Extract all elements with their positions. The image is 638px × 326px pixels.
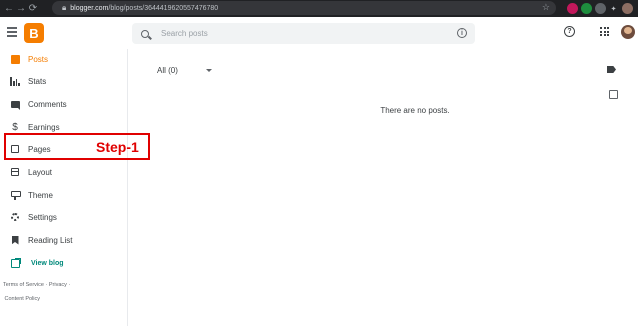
sidebar-item-label: Settings (28, 212, 57, 222)
sidebar-item-settings[interactable]: Settings (0, 207, 128, 227)
search-input[interactable] (161, 29, 441, 38)
content-policy-link[interactable]: Content Policy (5, 296, 40, 302)
sidebar-item-posts[interactable]: Posts (0, 49, 128, 69)
terms-link[interactable]: Terms of Service (3, 282, 44, 288)
browser-toolbar: ← → ⟳ 🔒︎ blogger.com/blog/posts/36444196… (0, 0, 638, 17)
view-blog-link[interactable]: View blog (0, 253, 128, 273)
url-path: /blog/posts/3644419620557476780 (108, 4, 219, 12)
help-icon[interactable]: ? (564, 26, 575, 37)
dollar-icon: $ (12, 121, 18, 133)
search-bar: i (132, 23, 475, 44)
sidebar-item-label: Comments (28, 99, 67, 109)
select-all-checkbox[interactable] (609, 90, 618, 99)
sidebar: Posts Stats Comments $ Earnings Pages La… (0, 49, 128, 326)
layout-icon (10, 167, 20, 177)
paint-roller-icon (10, 190, 21, 200)
footer-links: Terms of Service · Privacy · Content Pol… (3, 282, 71, 302)
label-icon[interactable] (607, 66, 616, 73)
post-filter-dropdown[interactable]: All (0) (157, 66, 178, 75)
open-external-icon (10, 257, 21, 268)
empty-state-message: There are no posts. (380, 106, 450, 115)
lock-icon: 🔒︎ (62, 3, 67, 12)
apps-grid-icon[interactable] (600, 27, 609, 36)
sidebar-item-reading-list[interactable]: Reading List (0, 230, 128, 250)
step-label: Step-1 (96, 139, 139, 155)
chevron-down-icon[interactable] (206, 69, 212, 72)
sidebar-item-label: Reading List (28, 235, 73, 245)
stats-icon (10, 76, 20, 86)
filter-label: All (0) (157, 66, 178, 75)
reload-icon[interactable]: ⟳ (27, 0, 39, 17)
sidebar-item-theme[interactable]: Theme (0, 185, 128, 205)
sidebar-item-label: Earnings (28, 122, 60, 132)
sidebar-item-comments[interactable]: Comments (0, 94, 128, 114)
back-arrow-icon[interactable]: ← (3, 0, 15, 17)
info-icon[interactable]: i (457, 28, 467, 38)
posts-icon (10, 54, 20, 64)
extension-icon[interactable] (595, 3, 606, 14)
url-text: blogger.com/blog/posts/36444196205574767… (70, 5, 218, 12)
sidebar-item-label: Stats (28, 76, 47, 86)
blogger-logo[interactable]: B (24, 23, 44, 43)
bookmark-star-icon[interactable]: ☆ (542, 2, 550, 13)
gear-icon (10, 212, 20, 222)
search-icon[interactable] (141, 29, 149, 38)
sidebar-item-stats[interactable]: Stats (0, 71, 128, 91)
app-header: B i ? (0, 17, 638, 49)
address-bar[interactable]: 🔒︎ blogger.com/blog/posts/36444196205574… (52, 1, 556, 15)
forward-arrow-icon[interactable]: → (15, 0, 27, 17)
sidebar-item-label: Theme (28, 190, 53, 200)
sidebar-item-layout[interactable]: Layout (0, 162, 128, 182)
url-domain: blogger.com (70, 4, 109, 12)
grammarly-icon[interactable] (581, 3, 592, 14)
puzzle-icon[interactable]: ✦ (608, 3, 619, 14)
menu-icon[interactable] (7, 27, 17, 37)
privacy-link[interactable]: Privacy (49, 282, 67, 288)
bookmark-icon (10, 235, 20, 245)
profile-icon[interactable] (622, 3, 633, 14)
view-blog-label: View blog (31, 259, 64, 267)
avatar[interactable] (621, 25, 635, 39)
sidebar-item-label: Posts (28, 54, 49, 64)
sidebar-item-label: Layout (28, 167, 53, 177)
extension-icon[interactable] (567, 3, 578, 14)
comments-icon (10, 99, 20, 110)
